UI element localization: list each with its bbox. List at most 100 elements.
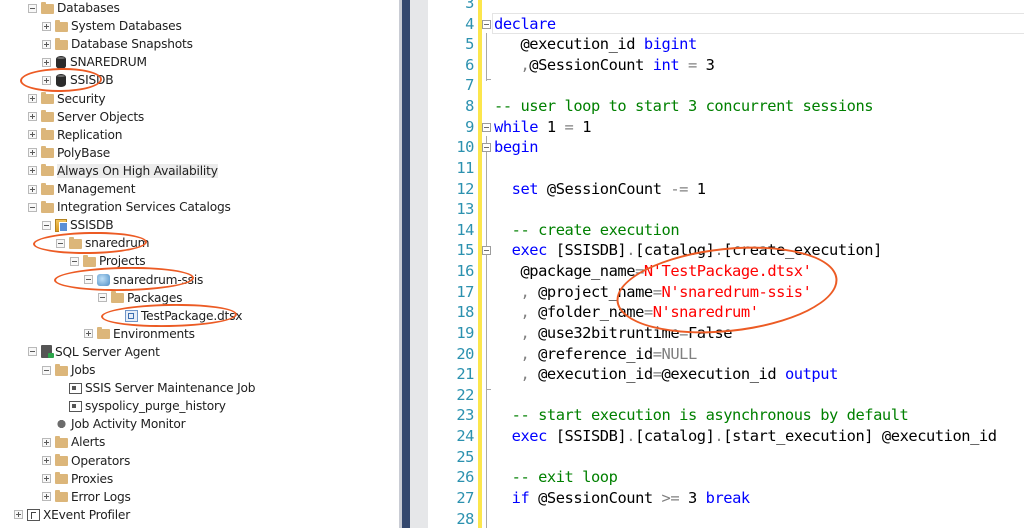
expand-icon[interactable] — [42, 75, 51, 85]
job-activity-monitor-icon — [55, 418, 68, 431]
expand-icon[interactable] — [84, 329, 93, 339]
code-token: [catalog] — [635, 427, 715, 446]
collapse-icon[interactable] — [42, 365, 51, 375]
collapse-icon[interactable] — [70, 256, 79, 266]
tree-node-error-logs[interactable]: Error Logs — [42, 488, 131, 506]
code-line[interactable]: 7 — [428, 75, 1024, 96]
package-icon — [125, 309, 138, 322]
code-token: = — [652, 282, 662, 301]
collapse-icon[interactable] — [98, 293, 107, 303]
collapse-region-icon[interactable] — [482, 122, 491, 132]
tree-node-packages[interactable]: Packages — [98, 289, 182, 307]
tree-node-ssisdb[interactable]: SSISDB — [42, 216, 114, 234]
collapse-icon[interactable] — [28, 3, 37, 13]
collapse-icon[interactable] — [56, 238, 65, 248]
collapse-icon[interactable] — [28, 202, 37, 212]
expand-icon[interactable] — [42, 21, 51, 31]
code-line[interactable]: 13 — [428, 199, 1024, 220]
collapse-region-icon[interactable] — [482, 19, 491, 29]
tree-node-environments[interactable]: Environments — [84, 325, 195, 343]
tree-node-jobs[interactable]: Jobs — [42, 361, 96, 379]
panel-splitter[interactable] — [402, 0, 410, 528]
query-editor[interactable]: 3 4 declare 5 @execution_id bigint 6 ,@Sessi… — [428, 0, 1024, 528]
tree-node-operators[interactable]: Operators — [42, 452, 130, 470]
collapse-icon[interactable] — [42, 220, 51, 230]
tree-node-snaredrum[interactable]: SNAREDRUM — [42, 53, 147, 71]
code-line[interactable]: 24 exec [SSISDB].[catalog].[start_execut… — [428, 426, 1024, 447]
code-token: 1 — [687, 179, 706, 198]
code-line[interactable]: 6 ,@SessionCount int = 3 — [428, 55, 1024, 76]
expand-icon[interactable] — [42, 474, 51, 484]
expand-icon[interactable] — [28, 112, 37, 122]
collapse-region-icon[interactable] — [482, 246, 491, 256]
code-line[interactable]: 27 if @SessionCount >= 3 break — [428, 488, 1024, 509]
code-line[interactable]: 23 -- start execution is asynchronous by… — [428, 405, 1024, 426]
tree-node-system-databases[interactable]: System Databases — [42, 17, 182, 35]
code-line[interactable]: 3 — [428, 0, 1024, 14]
tree-node-xevent-profiler[interactable]: XEvent Profiler — [14, 506, 130, 524]
code-line[interactable]: 8 -- user loop to start 3 concurrent sess… — [428, 96, 1024, 117]
tree-node-ssisdb[interactable]: SSISDB — [42, 71, 114, 89]
tree-node-job-activity-monitor[interactable]: Job Activity Monitor — [42, 415, 186, 433]
code-text: , @use32bitruntime=False — [494, 323, 732, 344]
expand-icon[interactable] — [28, 130, 37, 140]
tree-node-projects[interactable]: Projects — [70, 252, 146, 270]
code-line[interactable]: 4 declare — [428, 14, 1024, 35]
tree-node-label: Error Logs — [71, 489, 131, 504]
code-line[interactable]: 18 , @folder_name=N'snaredrum' — [428, 302, 1024, 323]
tree-node-alerts[interactable]: Alerts — [42, 433, 105, 451]
expand-icon[interactable] — [28, 94, 37, 103]
folder-icon — [41, 1, 54, 14]
tree-node-databases[interactable]: Databases — [28, 0, 120, 17]
tree-node-snaredrum-ssis[interactable]: snaredrum-ssis — [84, 271, 203, 289]
tree-node-snaredrum[interactable]: snaredrum — [56, 234, 150, 252]
tree-node-database-snapshots[interactable]: Database Snapshots — [42, 35, 193, 53]
tree-node-replication[interactable]: Replication — [28, 126, 122, 144]
expand-icon[interactable] — [28, 148, 37, 158]
code-line[interactable]: 10 begin — [428, 137, 1024, 158]
tree-node-management[interactable]: Management — [28, 180, 135, 198]
collapse-icon[interactable] — [28, 347, 37, 357]
code-line[interactable]: 15 exec [SSISDB].[catalog].[create_execu… — [428, 240, 1024, 261]
code-token: @project_name — [529, 282, 653, 301]
tree-node-always-on-high-availability[interactable]: Always On High Availability — [28, 162, 218, 180]
code-line[interactable]: 19 , @use32bitruntime=False — [428, 323, 1024, 344]
expand-icon[interactable] — [42, 57, 51, 67]
code-line[interactable]: 16 @package_name=N'TestPackage.dtsx' — [428, 261, 1024, 282]
tree-node-polybase[interactable]: PolyBase — [28, 144, 110, 162]
line-number: 17 — [456, 282, 474, 301]
expand-icon[interactable] — [42, 492, 51, 502]
tree-node-proxies[interactable]: Proxies — [42, 470, 113, 488]
tree-node-syspolicy-purge-history[interactable]: syspolicy_purge_history — [56, 397, 226, 415]
expand-icon[interactable] — [42, 456, 51, 465]
code-line[interactable]: 25 — [428, 447, 1024, 468]
tree-node-testpackage-dtsx[interactable]: TestPackage.dtsx — [112, 307, 242, 325]
code-line[interactable]: 14 -- create execution — [428, 220, 1024, 241]
code-line[interactable]: 12 set @SessionCount -= 1 — [428, 179, 1024, 200]
tree-node-security[interactable]: Security — [28, 90, 106, 108]
code-token: 1 — [573, 117, 592, 136]
code-line[interactable]: 21 , @execution_id=@execution_id output — [428, 364, 1024, 385]
tree-node-sql-server-agent[interactable]: SQL Server Agent — [28, 343, 160, 361]
tree-node-integration-services-catalogs[interactable]: Integration Services Catalogs — [28, 198, 231, 216]
code-line[interactable]: 28 — [428, 509, 1024, 528]
tree-node-label: snaredrum — [85, 236, 150, 251]
expand-icon[interactable] — [28, 166, 37, 176]
code-line[interactable]: 9 while 1 = 1 — [428, 117, 1024, 138]
code-line[interactable]: 17 , @project_name=N'snaredrum-ssis' — [428, 282, 1024, 303]
code-line[interactable]: 26 -- exit loop — [428, 467, 1024, 488]
expand-icon[interactable] — [42, 437, 51, 447]
tree-node-server-objects[interactable]: Server Objects — [28, 108, 144, 126]
collapse-icon[interactable] — [84, 275, 93, 284]
tree-node-ssis-server-maintenance-job[interactable]: SSIS Server Maintenance Job — [56, 379, 255, 397]
code-line[interactable]: 11 — [428, 158, 1024, 179]
code-line[interactable]: 5 @execution_id bigint — [428, 34, 1024, 55]
code-token: >= — [661, 488, 680, 507]
code-line[interactable]: 22 — [428, 385, 1024, 406]
expand-icon[interactable] — [28, 184, 37, 194]
expand-icon[interactable] — [14, 510, 23, 520]
code-line[interactable]: 20 , @reference_id=NULL — [428, 344, 1024, 365]
collapse-region-icon[interactable] — [482, 143, 491, 153]
expand-icon[interactable] — [42, 39, 51, 49]
